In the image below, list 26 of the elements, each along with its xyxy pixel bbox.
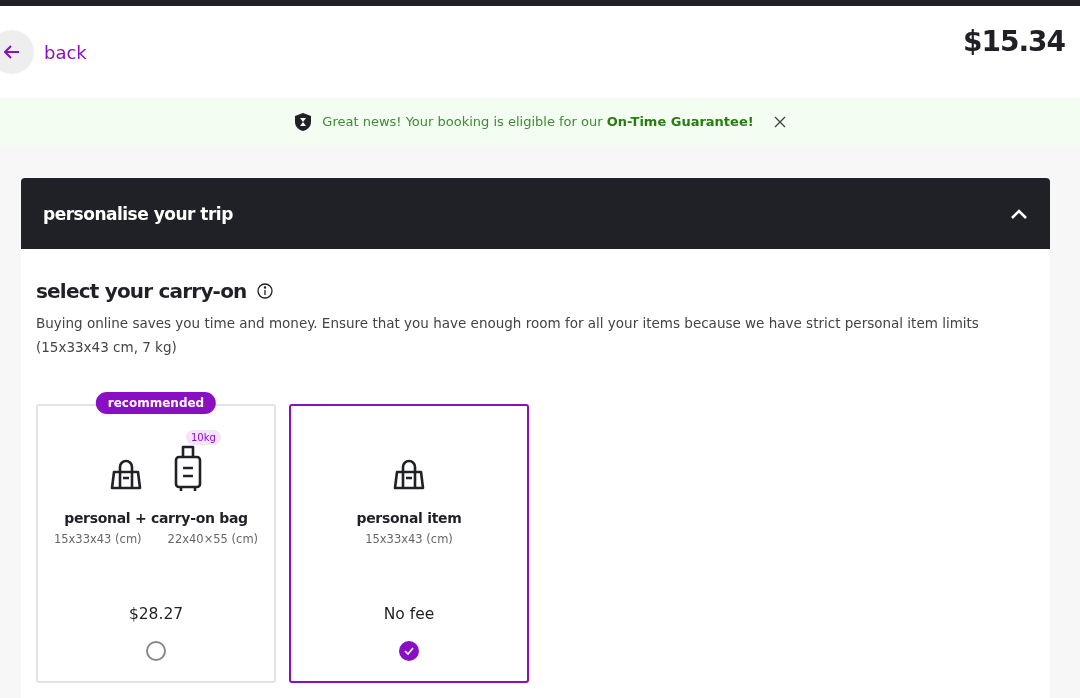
radio-button[interactable] — [146, 641, 166, 661]
section-description: Buying online saves you time and money. Ensure that you have enough room for all your items because we have strict personal item limits (15x33x43 cm, 7 kg) — [36, 314, 980, 357]
option-title: personal + carry-on bag — [64, 510, 248, 526]
close-icon — [773, 115, 786, 128]
suitcase-icon — [172, 444, 204, 494]
dimensions-text: 22x40×55 (cm) — [167, 532, 259, 546]
info-icon[interactable] — [256, 283, 273, 299]
option-price: No fee — [383, 605, 435, 623]
weight-tag: 10kg — [186, 430, 221, 445]
option-price: $28.27 — [128, 605, 184, 623]
option-title: personal item — [356, 510, 462, 526]
panel-title: personalise your trip — [43, 203, 233, 224]
dimensions-text: 15x33x43 (cm) — [53, 532, 142, 546]
guarantee-message: Great news! Your booking is eligible for our On-Time Guarantee! — [322, 114, 754, 129]
dimensions-text: 15x33x43 (cm) — [365, 532, 453, 546]
back-link[interactable]: back — [44, 41, 87, 63]
panel-header[interactable]: personalise your trip — [21, 178, 1050, 249]
recommended-badge: recommended — [95, 392, 217, 414]
back-arrow-icon — [4, 45, 20, 59]
carry-on-option-card[interactable]: personal item 15x33x43 (cm) No fee — [289, 404, 529, 683]
checked-radio-icon[interactable] — [399, 641, 419, 661]
section-title: select your carry-on — [36, 279, 247, 303]
close-button[interactable] — [773, 115, 786, 128]
shield-icon — [294, 111, 313, 132]
back-button[interactable] — [0, 30, 34, 74]
total-price: $15.34 — [962, 24, 1065, 58]
